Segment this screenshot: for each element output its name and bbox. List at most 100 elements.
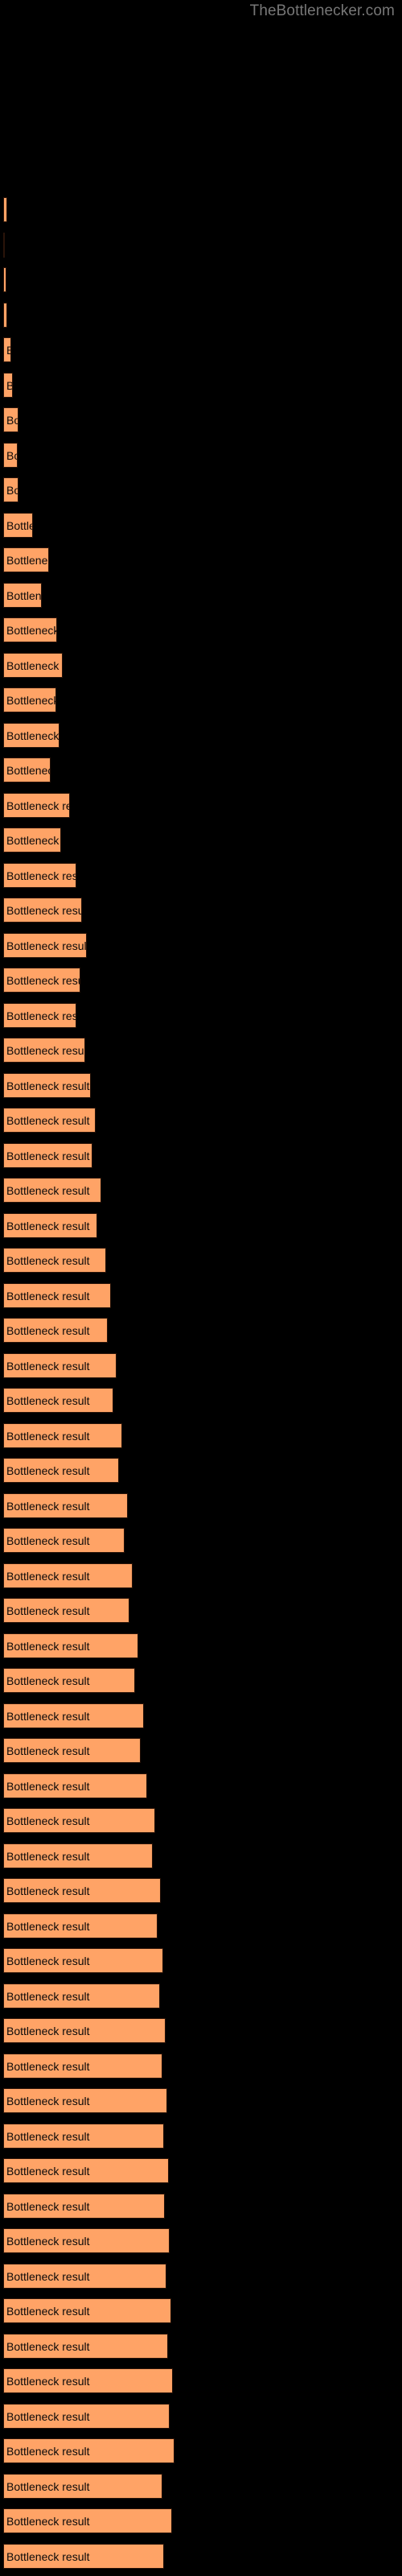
- bar: Bottleneck result: [3, 1738, 141, 1763]
- bar-label: Bottleneck result: [6, 1394, 90, 1407]
- bar: Bottleneck result: [3, 2228, 170, 2253]
- bar-label: Bottleneck result: [6, 1885, 90, 1897]
- bar-label: Bottleneck result: [6, 414, 18, 427]
- bar: Bottleneck result: [3, 2054, 162, 2079]
- bar: Bottleneck result: [3, 1003, 76, 1028]
- bar: Bottleneck result: [3, 968, 80, 993]
- bar-label: Bottleneck result: [6, 554, 48, 567]
- bar: Bottleneck result: [3, 1458, 119, 1483]
- bar-label: Bottleneck result: [6, 1430, 90, 1443]
- bar-label: Bottleneck result: [6, 198, 7, 222]
- bar-label: Bottleneck result: [6, 1990, 90, 2003]
- bar: Bottleneck result: [3, 2124, 164, 2149]
- bar-label: Bottleneck result: [6, 2445, 90, 2458]
- bar: Bottleneck result: [3, 547, 49, 572]
- bar: Bottleneck result: [3, 1248, 106, 1273]
- bar-label: Bottleneck result: [6, 484, 18, 497]
- bar-label: Bottleneck result: [6, 1744, 90, 1757]
- bar-label: Bottleneck result: [6, 1955, 90, 1967]
- bar-label: Bottleneck result: [6, 449, 17, 462]
- plot-area: Bottleneck result Bottleneck result Bottle…: [0, 0, 402, 2576]
- bar: Bottleneck result: [3, 1633, 138, 1658]
- bar-label: Bottleneck result: [6, 904, 82, 917]
- bar-label: Bottleneck result: [6, 974, 80, 987]
- bar: Bottleneck result: [3, 1913, 158, 1938]
- bar: Bottleneck result: [3, 1563, 133, 1588]
- bar: Bottleneck result: [3, 1878, 161, 1903]
- bar: Bottleneck result: [3, 1423, 122, 1448]
- bar: Bottleneck result: [3, 583, 42, 608]
- bar: Bottleneck result: [3, 1843, 153, 1868]
- bar: Bottleneck result: [3, 407, 18, 432]
- bar: Bottleneck result: [3, 793, 70, 818]
- bar-label: Bottleneck result: [6, 2515, 90, 2528]
- bar-label: Bottleneck result: [6, 2270, 90, 2283]
- bar: Bottleneck result: [3, 2508, 172, 2533]
- bar-label: Bottleneck result: [6, 2095, 90, 2107]
- bar-label: Bottleneck result: [6, 659, 62, 672]
- bar-label: Bottleneck result: [6, 869, 76, 882]
- bar: Bottleneck result: [3, 1108, 96, 1133]
- bar-label: Bottleneck result: [6, 1674, 90, 1687]
- bar: Bottleneck result: [3, 758, 51, 782]
- bar: Bottleneck result: [3, 1283, 111, 1308]
- bar-label: Bottleneck result: [6, 694, 56, 707]
- bar: Bottleneck result: [3, 2368, 173, 2393]
- bar-label: Bottleneck result: [6, 1114, 90, 1127]
- bar: Bottleneck result: [3, 1038, 85, 1063]
- bar-label: Bottleneck result: [6, 1044, 85, 1057]
- bar-label: Bottleneck result: [6, 2200, 90, 2213]
- bar: Bottleneck result: [3, 1773, 147, 1798]
- bar: Bottleneck result: [3, 1984, 160, 2008]
- bar: Bottleneck result: [3, 1213, 97, 1238]
- bar: Bottleneck result: [3, 513, 33, 538]
- bar-label: Bottleneck result: [6, 1324, 90, 1337]
- bar: Bottleneck result: [3, 723, 59, 748]
- bar: Bottleneck result: [3, 1493, 128, 1518]
- bar-label: Bottleneck result: [6, 2060, 90, 2073]
- bar: Bottleneck result: [3, 1318, 108, 1343]
- bar: Bottleneck result: [3, 2194, 165, 2219]
- bar-label: Bottleneck result: [6, 2340, 90, 2353]
- bar: Bottleneck result: [3, 1353, 117, 1378]
- bar-label: Bottleneck result: [6, 374, 12, 397]
- bar: Bottleneck result: [3, 1388, 113, 1413]
- bar: Bottleneck result: [3, 898, 82, 923]
- bar: Bottleneck result: [3, 1178, 101, 1203]
- bar-label: Bottleneck result: [6, 2305, 90, 2318]
- bar-label: Bottleneck result: [6, 303, 7, 328]
- bar-label: Bottleneck result: [6, 1150, 90, 1162]
- bar: Bottleneck result: [3, 443, 18, 468]
- bar: Bottleneck result: [3, 2334, 168, 2359]
- bar: Bottleneck result: [3, 1948, 163, 1973]
- bottleneck-bar-chart: Bottleneck result Bottleneck result Bottle…: [0, 0, 402, 2576]
- bar: Bottleneck result: [3, 1073, 91, 1098]
- bar-label: Bottleneck result: [6, 1640, 90, 1653]
- bar: Bottleneck result: [3, 197, 7, 222]
- bar: Bottleneck result: [3, 2404, 170, 2429]
- bar-label: Bottleneck result: [6, 834, 60, 847]
- bar-label: Bottleneck result: [6, 2375, 90, 2388]
- bar: Bottleneck result: [3, 1143, 92, 1168]
- bar: Bottleneck result: [3, 337, 11, 362]
- bar: Bottleneck result: [3, 2298, 171, 2323]
- bar-label: Bottleneck result: [6, 1220, 90, 1232]
- bar: Bottleneck result: [3, 1598, 129, 1623]
- bar-label: Bottleneck result: [6, 2480, 90, 2493]
- bar-label: Bottleneck result: [6, 1290, 90, 1302]
- bar-label: Bottleneck result: [6, 1780, 90, 1793]
- site-watermark: TheBottlenecker.com: [249, 2, 395, 19]
- bar: Bottleneck result: [3, 1808, 155, 1833]
- bar: Bottleneck result: [3, 2474, 162, 2499]
- bar-label: Bottleneck result: [6, 1184, 90, 1197]
- bar-label: Bottleneck result: [6, 2025, 90, 2037]
- bar-label: Bottleneck result: [6, 2130, 90, 2143]
- bar-label: Bottleneck result: [6, 589, 42, 602]
- bar-label: Bottleneck result: [6, 1710, 90, 1723]
- bar: Bottleneck result: [3, 267, 6, 292]
- bar: Bottleneck result: [3, 477, 18, 502]
- bar-label: Bottleneck result: [6, 624, 57, 637]
- bar-label: Bottleneck result: [6, 1500, 90, 1513]
- bar: Bottleneck result: [3, 303, 7, 328]
- bar: Bottleneck result: [3, 617, 57, 642]
